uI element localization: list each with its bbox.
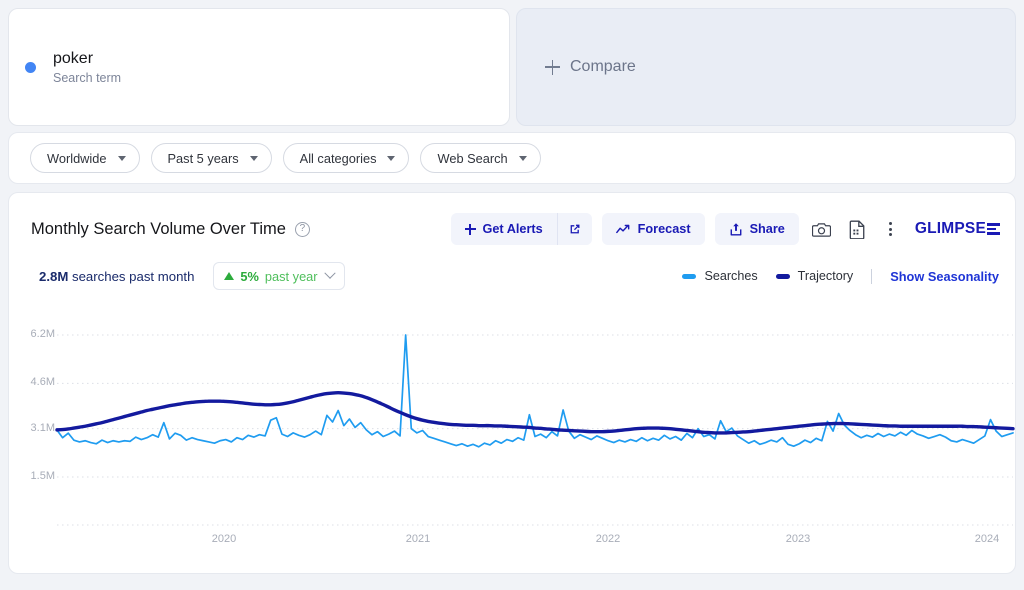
forecast-label: Forecast: [637, 222, 691, 236]
chevron-down-icon: [249, 155, 258, 161]
filter-location[interactable]: Worldwide: [30, 143, 140, 173]
get-alerts-group: Get Alerts: [450, 213, 592, 245]
searches-value-suffix: searches past month: [68, 268, 195, 284]
chart-toolbar: Get Alerts Forecast Share GLIMPSE: [450, 213, 1000, 245]
legend-label-searches: Searches: [704, 269, 758, 283]
camera-icon[interactable]: [809, 216, 835, 242]
y-axis-tick: 3.1M: [30, 421, 55, 434]
x-axis-tick: 2020: [211, 533, 237, 545]
x-axis-tick: 2023: [785, 533, 811, 545]
chevron-down-icon: [518, 155, 527, 161]
legend-item-searches[interactable]: Searches: [682, 269, 758, 283]
forecast-button[interactable]: Forecast: [601, 213, 705, 245]
search-term-card[interactable]: poker Search term: [8, 8, 510, 126]
delta-percent: 5%: [240, 268, 259, 284]
open-external-button[interactable]: [556, 213, 592, 245]
share-label: Share: [749, 222, 785, 236]
legend-label-trajectory: Trajectory: [797, 269, 854, 283]
filter-searchtype[interactable]: Web Search: [420, 143, 541, 173]
legend-item-trajectory[interactable]: Trajectory: [775, 269, 854, 283]
plus-icon: [464, 223, 476, 235]
share-button[interactable]: Share: [714, 213, 799, 245]
chevron-down-icon: [117, 155, 126, 161]
chevron-down-icon: [323, 267, 336, 279]
x-axis-tick: 2024: [974, 533, 1000, 545]
logo-mark-icon: [987, 223, 1000, 235]
filter-timerange[interactable]: Past 5 years: [150, 143, 272, 173]
y-axis-tick: 4.6M: [30, 376, 55, 389]
help-icon[interactable]: ?: [294, 221, 310, 237]
search-term-name: poker: [53, 49, 94, 67]
chart-legend: Searches Trajectory Show Seasonality: [682, 268, 999, 284]
series-line-searches: [56, 334, 1014, 448]
compare-label: Compare: [570, 58, 636, 75]
compare-card[interactable]: Compare: [516, 8, 1016, 126]
y-axis-tick: 1.5M: [30, 470, 55, 482]
glimpse-logo: GLIMPSE: [915, 220, 1000, 238]
search-term-row: poker Search term Compare: [8, 8, 1016, 126]
triangle-up-icon: [224, 272, 235, 280]
filter-category-label: All categories: [299, 150, 377, 166]
get-alerts-label: Get Alerts: [482, 222, 543, 236]
x-axis-tick: 2021: [405, 533, 431, 545]
series-color-dot: [25, 61, 36, 73]
compare-inner: Compare: [545, 58, 636, 76]
glimpse-trends-page: poker Search term Compare Worldwide Past…: [0, 0, 1024, 590]
search-term-subtitle: Search term: [53, 70, 122, 85]
show-seasonality-link[interactable]: Show Seasonality: [890, 269, 999, 284]
chevron-down-icon: [387, 155, 396, 161]
glimpse-logo-text: GLIMPSE: [914, 220, 986, 237]
delta-period: past year: [264, 268, 318, 284]
get-alerts-button[interactable]: Get Alerts: [450, 213, 557, 245]
search-volume-chart: [55, 334, 1015, 526]
search-term-text: poker Search term: [53, 49, 121, 86]
report-icon[interactable]: [845, 216, 871, 242]
share-icon: [730, 222, 741, 236]
searches-value: 2.8M: [39, 268, 69, 284]
stats-row: 2.8M searches past month 5% past year Se…: [9, 245, 1015, 290]
filter-searchtype-label: Web Search: [437, 150, 508, 166]
searches-summary: 2.8M searches past month: [39, 269, 194, 284]
chart-header: Monthly Search Volume Over Time ? Get Al…: [9, 193, 1015, 245]
page-title: Monthly Search Volume Over Time: [31, 219, 286, 238]
filter-timerange-label: Past 5 years: [167, 150, 239, 166]
legend-swatch-searches: [682, 273, 697, 279]
filter-category[interactable]: All categories: [282, 143, 410, 173]
plus-icon: [545, 59, 560, 75]
chart-card: Monthly Search Volume Over Time ? Get Al…: [8, 192, 1016, 574]
delta-badge[interactable]: 5% past year: [213, 262, 345, 290]
legend-divider: [871, 268, 873, 284]
more-options-icon[interactable]: [881, 221, 901, 237]
external-link-icon: [570, 224, 580, 234]
filter-location-label: Worldwide: [47, 150, 107, 166]
trend-line-icon: [615, 224, 630, 233]
legend-swatch-trajectory: [775, 273, 790, 279]
series-line-trajectory: [55, 391, 1015, 435]
y-axis-tick: 6.2M: [30, 328, 55, 340]
filter-bar: Worldwide Past 5 years All categories We…: [8, 132, 1016, 184]
x-axis-tick: 2022: [595, 533, 621, 545]
